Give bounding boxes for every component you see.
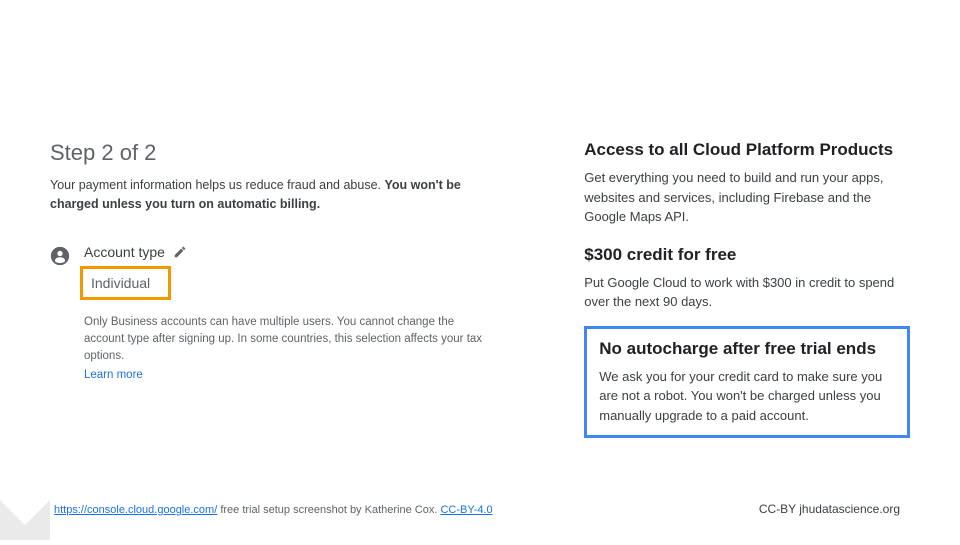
right-column: Access to all Cloud Platform Products Ge… xyxy=(584,140,910,438)
step-desc-plain: Your payment information helps us reduce… xyxy=(50,178,384,192)
footer-brand: CC-BY jhudatascience.org xyxy=(759,502,900,516)
step-description: Your payment information helps us reduce… xyxy=(50,176,494,214)
benefit-2-body: Put Google Cloud to work with $300 in cr… xyxy=(584,273,910,312)
step-title: Step 2 of 2 xyxy=(50,140,494,166)
account-type-label: Account type xyxy=(84,244,165,260)
account-type-note: Only Business accounts can have multiple… xyxy=(84,314,494,366)
benefit-3-title: No autocharge after free trial ends xyxy=(599,339,895,359)
left-column: Step 2 of 2 Your payment information hel… xyxy=(50,140,494,438)
benefit-1-title: Access to all Cloud Platform Products xyxy=(584,140,910,160)
source-url-link[interactable]: https://console.cloud.google.com/ xyxy=(54,504,217,516)
account-type-section: Account type Individual Only Business ac… xyxy=(50,244,494,382)
account-type-value: Individual xyxy=(80,266,171,300)
credit-text: free trial setup screenshot by Katherine… xyxy=(217,504,440,516)
no-autocharge-highlight: No autocharge after free trial ends We a… xyxy=(584,326,910,439)
license-link[interactable]: CC-BY-4.0 xyxy=(440,504,492,516)
learn-more-link[interactable]: Learn more xyxy=(84,369,494,381)
footer-attribution: https://console.cloud.google.com/ free t… xyxy=(54,504,493,516)
person-icon xyxy=(50,246,70,266)
decorative-corner xyxy=(0,490,50,540)
edit-icon[interactable] xyxy=(173,245,187,259)
benefit-1-body: Get everything you need to build and run… xyxy=(584,168,910,227)
benefit-2-title: $300 credit for free xyxy=(584,245,910,265)
benefit-3-body: We ask you for your credit card to make … xyxy=(599,367,895,426)
